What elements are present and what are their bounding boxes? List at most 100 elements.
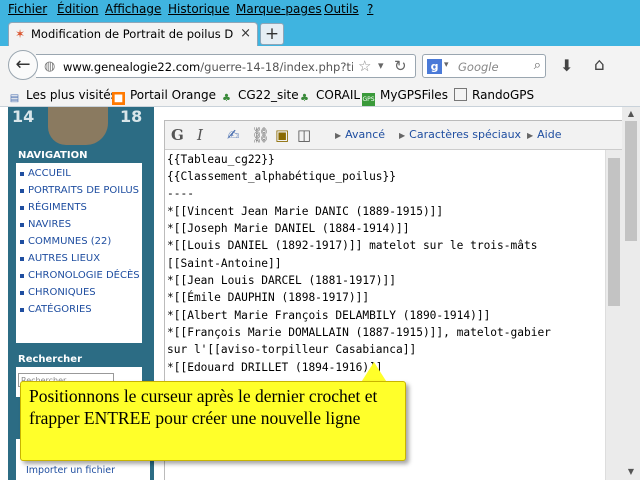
url-domain: www.genealogie22.com — [63, 60, 201, 74]
text-line: *[[Vincent Jean Marie DANIC (1889-1915)]… — [167, 205, 444, 218]
text-line: *[[Émile DAUPHIN (1898-1917)]] — [167, 291, 370, 304]
italic-button[interactable]: I — [197, 126, 203, 144]
search-placeholder: Google — [458, 60, 499, 74]
globe-icon: ◍ — [44, 59, 56, 74]
menu-affichage[interactable]: Affichage — [105, 2, 161, 16]
bookmark-randogps[interactable]: RandoGPS — [454, 88, 534, 102]
textarea-scrollbar-thumb[interactable] — [608, 158, 620, 306]
reference-icon[interactable]: ◫ — [297, 126, 311, 144]
search-engine-dropdown-icon[interactable]: ▾ — [444, 60, 449, 70]
menu-fichier[interactable]: Fichier — [8, 2, 47, 16]
text-line: *[[Jean Louis DARCEL (1881-1917)]] — [167, 274, 397, 287]
orange-logo-icon: ■ — [112, 92, 125, 105]
back-button[interactable]: ← — [8, 50, 38, 80]
url-bar[interactable]: ◍ www.genealogie22.com/guerre-14-18/inde… — [36, 54, 416, 78]
text-line: [[Saint-Antoine]] — [167, 257, 282, 270]
tab-modification-portrait[interactable]: ✶ Modification de Portrait de poilus D -… — [8, 22, 258, 46]
nav-link-portraits-de-poilus[interactable]: PORTRAITS DE POILUS — [18, 184, 140, 197]
text-line: ---- — [167, 187, 194, 200]
nav-link-navires[interactable]: NAVIRES — [18, 218, 140, 231]
site-favicon-icon: ✶ — [15, 27, 26, 41]
bookmarks-toolbar: ▤ Les plus visités ■ Portail Orange ♣ CG22_… — [0, 84, 640, 107]
google-icon: g — [427, 59, 442, 74]
menu-bar: Fichier Édition Affichage Historique Mar… — [0, 0, 640, 18]
menu-aide[interactable]: ? — [367, 2, 373, 16]
text-line: *[[François Marie DOMALLAIN (1887-1915)]… — [167, 326, 551, 339]
corail-logo-icon: ♣ — [300, 93, 309, 104]
page-scrollbar[interactable]: ▲ ▼ — [622, 107, 640, 480]
bookmark-portail-orange[interactable]: ■ Portail Orange — [112, 88, 216, 105]
link-icon[interactable]: ⛓ — [251, 126, 270, 144]
text-line: *[[Louis DANIEL (1892-1917)]] matelot su… — [167, 239, 538, 252]
nav-link-categories[interactable]: CATÉGORIES — [18, 303, 140, 316]
bookmark-les-plus-visites[interactable]: ▤ Les plus visités — [8, 88, 117, 105]
scroll-down-icon[interactable]: ▼ — [622, 465, 640, 479]
scroll-up-icon[interactable]: ▲ — [622, 107, 640, 121]
text-line: *[[Albert Marie François DELAMBILY (1890… — [167, 309, 491, 322]
close-tab-icon[interactable]: × — [240, 26, 251, 41]
menu-marque-pages[interactable]: Marque-pages — [236, 2, 322, 16]
search-icon[interactable]: ⌕ — [534, 58, 541, 73]
triangle-right-icon: ▶ — [527, 131, 534, 140]
url-dropdown-icon[interactable]: ▾ — [378, 59, 384, 72]
url-text: www.genealogie22.com/guerre-14-18/index.… — [63, 60, 353, 74]
triangle-right-icon: ▶ — [335, 131, 342, 140]
menu-historique[interactable]: Historique — [168, 2, 230, 16]
bookmark-label: RandoGPS — [472, 88, 535, 102]
navigation-heading: NAVIGATION — [16, 149, 148, 163]
bookmark-label: CORAIL — [316, 88, 361, 102]
signature-icon[interactable]: ✍ — [227, 126, 240, 144]
help-menu[interactable]: ▶ Aide — [527, 128, 562, 141]
search-bar[interactable]: g ▾ Google ⌕ — [422, 54, 546, 78]
page-scrollbar-thumb[interactable] — [625, 121, 637, 241]
download-icon[interactable]: ⬇ — [560, 56, 573, 75]
advanced-label: Avancé — [345, 128, 386, 141]
mygps-logo-icon: GPS — [362, 93, 375, 106]
back-arrow-icon: ← — [15, 54, 31, 75]
nav-link-regiments[interactable]: RÉGIMENTS — [18, 201, 140, 214]
special-characters-label: Caractères spéciaux — [409, 128, 522, 141]
bookmark-corail[interactable]: ♣ CORAIL — [298, 88, 360, 105]
text-line: *[[Joseph Marie DANIEL (1884-1914)]] — [167, 222, 410, 235]
navigation-toolbar: ◍ www.genealogie22.com/guerre-14-18/inde… — [0, 46, 640, 85]
soldier-statue-icon — [48, 107, 108, 145]
nav-link-communes[interactable]: COMMUNES (22) — [18, 235, 140, 248]
text-line: {{Tableau_cg22}} — [167, 153, 275, 166]
callout-text: Positionnons le curseur après le dernier… — [29, 386, 378, 428]
nav-link-autres-lieux[interactable]: AUTRES LIEUX — [18, 252, 140, 265]
menu-edition[interactable]: Édition — [57, 2, 99, 16]
nav-link-chronologie-deces[interactable]: CHRONOLOGIE DÉCÈS — [18, 269, 140, 282]
nav-link-chroniques[interactable]: CHRONIQUES — [18, 286, 140, 299]
bookmark-cg22-site[interactable]: ♣ CG22_site — [220, 88, 299, 105]
bookmark-star-icon[interactable]: ☆ — [358, 57, 371, 75]
navigation-list: ACCUEIL PORTRAITS DE POILUS RÉGIMENTS NA… — [16, 163, 142, 343]
link-importer-un-fichier[interactable]: Importer un fichier — [26, 465, 115, 476]
logo-year-right: 18 — [120, 107, 143, 126]
help-label: Aide — [537, 128, 562, 141]
nav-link-accueil[interactable]: ACCUEIL — [18, 167, 140, 180]
new-tab-button[interactable]: + — [260, 23, 284, 45]
home-icon[interactable]: ⌂ — [594, 55, 605, 75]
menu-outils[interactable]: Outils — [324, 2, 359, 16]
triangle-right-icon: ▶ — [399, 131, 406, 140]
special-characters-menu[interactable]: ▶ Caractères spéciaux — [399, 128, 521, 141]
textarea-scrollbar[interactable] — [605, 150, 623, 480]
site-logo[interactable]: 14 18 — [8, 107, 154, 149]
editor-toolbar: G I ✍ ⛓ ▣ ◫ ▶ Avancé ▶ Caractères spéciaux… — [165, 121, 623, 150]
reload-icon[interactable]: ↻ — [394, 57, 407, 75]
cg22-logo-icon: ♣ — [222, 93, 231, 104]
text-line: *[[Edouard DRILLET (1894-1916)]] — [167, 361, 383, 374]
search-heading: Rechercher — [16, 353, 90, 367]
bookmarks-folder-icon: ▤ — [9, 93, 20, 104]
tab-title: Modification de Portrait de poilus D - L… — [31, 27, 236, 41]
bookmark-label: Portail Orange — [130, 88, 216, 102]
page-icon — [454, 88, 467, 101]
bold-button[interactable]: G — [171, 126, 184, 144]
tab-strip: ✶ Modification de Portrait de poilus D -… — [0, 18, 640, 46]
tutorial-callout: Positionnons le curseur après le dernier… — [20, 381, 406, 461]
image-icon[interactable]: ▣ — [275, 126, 289, 144]
bookmark-label: MyGPSFiles — [380, 88, 448, 102]
text-line: sur l'[[aviso-torpilleur Casabianca]] — [167, 343, 417, 356]
bookmark-mygpsfiles[interactable]: GPS MyGPSFiles — [362, 88, 448, 106]
advanced-menu[interactable]: ▶ Avancé — [335, 128, 385, 141]
